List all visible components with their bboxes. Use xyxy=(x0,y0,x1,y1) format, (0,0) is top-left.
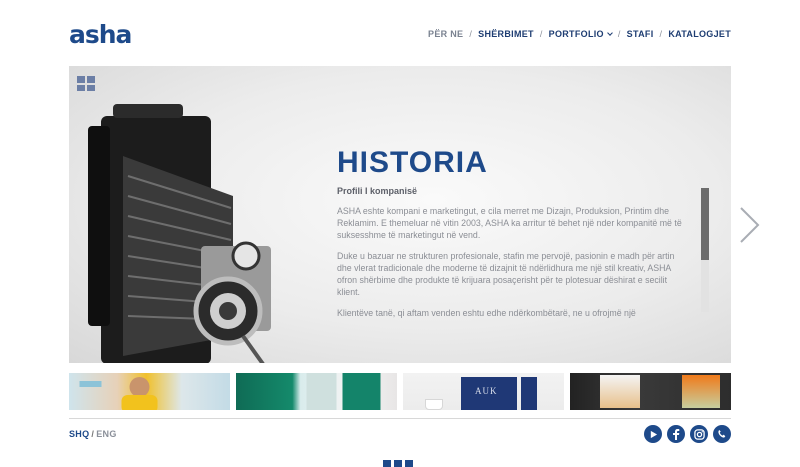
text-scrollbar[interactable] xyxy=(701,188,709,312)
scrollbar-thumb[interactable] xyxy=(701,188,709,260)
nav-item-stafi[interactable]: STAFI xyxy=(627,29,654,39)
poster-image xyxy=(600,375,640,408)
cup-image xyxy=(425,399,443,410)
thumbnail-poster-display[interactable] xyxy=(570,373,731,410)
hero-paragraph: Klientëve tanë, qi aftam venden eshtu ed… xyxy=(337,308,636,318)
vintage-camera-image xyxy=(88,104,271,363)
hero-text[interactable]: ASHA eshte kompani e marketingut, e cila… xyxy=(337,205,696,363)
hero-slide: HISTORIA Profili I kompanisë ASHA eshte … xyxy=(69,66,731,363)
thumbnail-strip: AUK xyxy=(69,373,731,410)
lang-shq[interactable]: SHQ xyxy=(69,429,89,439)
hero-title: HISTORIA xyxy=(337,146,488,179)
thumbnail-smiling-man[interactable] xyxy=(69,373,230,410)
nav-item-sherbimet[interactable]: SHËRBIMET xyxy=(478,29,534,39)
scroll-indicator[interactable] xyxy=(383,460,413,467)
nav-separator: / xyxy=(659,29,663,39)
auk-label: AUK xyxy=(475,386,498,396)
social-links xyxy=(644,425,731,443)
logo[interactable]: asha xyxy=(69,20,132,49)
thumbnail-auk-branding[interactable]: AUK xyxy=(403,373,564,410)
instagram-icon[interactable] xyxy=(690,425,708,443)
nav-separator: / xyxy=(539,29,543,39)
thumbnail-green-door[interactable] xyxy=(236,373,397,410)
hero-content: HISTORIA Profili I kompanisë ASHA eshte … xyxy=(337,146,696,363)
play-icon[interactable] xyxy=(644,425,662,443)
footer-divider xyxy=(69,418,731,419)
hero-paragraph: Duke u bazuar ne strukturen profesionale… xyxy=(337,251,675,297)
nav-item-katalogjet[interactable]: KATALOGJET xyxy=(668,29,731,39)
language-switcher: SHQ / ENG xyxy=(69,429,117,439)
facebook-icon[interactable] xyxy=(667,425,685,443)
nav-separator: / xyxy=(469,29,473,39)
chevron-down-icon xyxy=(607,30,613,36)
phone-icon[interactable] xyxy=(713,425,731,443)
grid-view-icon[interactable] xyxy=(77,76,95,91)
green-door-image xyxy=(306,373,381,410)
auk-book xyxy=(521,377,537,410)
nav-item-portfolio-label: PORTFOLIO xyxy=(548,29,604,39)
lang-separator: / xyxy=(91,429,95,439)
main-nav: PËR NE / SHËRBIMET / PORTFOLIO / STAFI /… xyxy=(428,29,731,39)
lang-eng[interactable]: ENG xyxy=(96,429,116,439)
smiling-man-image xyxy=(79,377,158,410)
hero-subtitle: Profili I kompanisë xyxy=(337,186,418,196)
nav-separator: / xyxy=(617,29,621,39)
nav-item-portfolio[interactable]: PORTFOLIO xyxy=(548,29,613,39)
hero-paragraph: ASHA eshte kompani e marketingut, e cila… xyxy=(337,206,682,240)
poster-image xyxy=(682,375,720,408)
next-slide-arrow-icon[interactable] xyxy=(737,206,761,244)
nav-item-per-ne[interactable]: PËR NE xyxy=(428,29,463,39)
